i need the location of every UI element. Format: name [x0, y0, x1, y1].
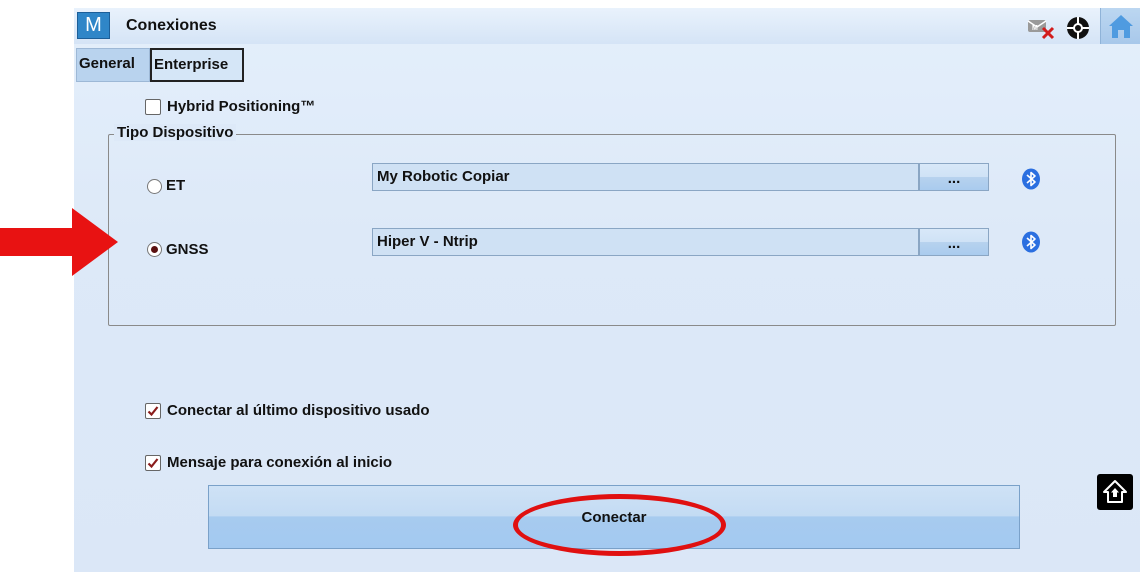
device-type-legend: Tipo Dispositivo — [114, 124, 237, 141]
et-device-field[interactable]: My Robotic Copiar — [372, 163, 919, 191]
svg-text:M: M — [1032, 25, 1038, 32]
home-button[interactable] — [1100, 8, 1140, 44]
connect-last-label: Conectar al último dispositivo usado — [167, 402, 430, 419]
title-bar: M Conexiones M — [74, 8, 1140, 44]
radio-gnss-label: GNSS — [166, 241, 209, 258]
connect-last-checkbox[interactable] — [145, 403, 161, 419]
et-browse-button[interactable]: ... — [919, 163, 989, 191]
bluetooth-icon[interactable] — [1020, 168, 1042, 190]
connections-window: M Conexiones M General Enterprise Hybrid… — [74, 8, 1140, 572]
side-home-button[interactable] — [1097, 474, 1133, 510]
checkmark-icon — [147, 458, 159, 469]
startup-message-label: Mensaje para conexión al inicio — [167, 454, 393, 471]
radio-et[interactable] — [147, 179, 162, 194]
status-icons: M — [1026, 14, 1092, 42]
gnss-device-field[interactable]: Hiper V - Ntrip — [372, 228, 919, 256]
home-icon — [1109, 15, 1133, 38]
globe-icon[interactable] — [1064, 14, 1092, 42]
checkmark-icon — [147, 406, 159, 417]
red-ellipse — [513, 494, 726, 556]
m-logo-icon[interactable]: M — [77, 12, 110, 39]
radio-et-label: ET — [166, 177, 186, 194]
side-home-icon — [1103, 480, 1127, 503]
radio-gnss[interactable] — [147, 242, 162, 257]
tab-general[interactable]: General — [76, 48, 150, 82]
red-arrow — [0, 208, 118, 276]
gnss-browse-button[interactable]: ... — [919, 228, 989, 256]
hybrid-positioning-label: Hybrid Positioning™ — [167, 98, 316, 115]
startup-message-checkbox[interactable] — [145, 455, 161, 471]
tab-enterprise[interactable]: Enterprise — [150, 48, 244, 82]
mail-error-icon[interactable]: M — [1026, 14, 1058, 42]
window-title: Conexiones — [126, 17, 217, 34]
bluetooth-icon[interactable] — [1020, 231, 1042, 253]
hybrid-positioning-checkbox[interactable] — [145, 99, 161, 115]
